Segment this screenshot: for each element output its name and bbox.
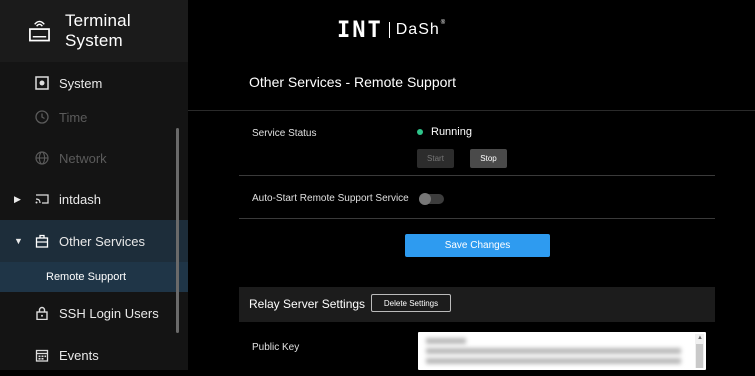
sidebar-item-remote-support[interactable]: Remote Support xyxy=(0,262,188,292)
logo-dash: DaSh xyxy=(395,21,440,38)
logo-int: INT xyxy=(337,17,383,43)
sidebar-item-network[interactable]: Network xyxy=(0,137,188,179)
public-key-label: Public Key xyxy=(252,342,300,353)
system-icon xyxy=(35,76,49,90)
relay-server-settings-header: Relay Server Settings Delete Settings xyxy=(239,287,715,322)
logo-registered-mark: ® xyxy=(440,20,446,26)
redacted-text xyxy=(426,348,681,354)
main-content: Other Services - Remote Support Service … xyxy=(188,62,755,370)
app-title: Terminal System xyxy=(64,11,131,50)
title-divider xyxy=(188,110,755,111)
delete-settings-button[interactable]: Delete Settings xyxy=(371,294,451,312)
sidebar-item-label: Events xyxy=(59,347,99,363)
sidebar-item-time[interactable]: Time xyxy=(0,96,188,138)
intdash-logo: INT DaSh ® xyxy=(337,17,445,43)
stop-button[interactable]: Stop xyxy=(470,149,507,168)
auto-start-label: Auto-Start Remote Support Service xyxy=(252,193,409,204)
sidebar-item-label: Other Services xyxy=(59,233,145,249)
status-dot-icon xyxy=(417,129,423,135)
logo-separator xyxy=(388,22,390,38)
sidebar-item-ssh-login-users[interactable]: SSH Login Users xyxy=(0,292,188,334)
header-brand: Terminal System xyxy=(0,0,188,62)
start-button[interactable]: Start xyxy=(417,149,454,168)
sidebar-item-label: intdash xyxy=(59,191,101,207)
relay-section-title: Relay Server Settings xyxy=(249,297,366,311)
cast-icon xyxy=(35,192,49,206)
auto-start-toggle[interactable] xyxy=(419,193,444,205)
clock-icon xyxy=(35,110,49,124)
sidebar-item-label: Network xyxy=(59,150,107,166)
public-key-textarea[interactable]: ▲ xyxy=(418,332,706,370)
page-title: Other Services - Remote Support xyxy=(249,74,456,90)
services-icon xyxy=(35,234,49,248)
sidebar-item-intdash[interactable]: ▶ intdash xyxy=(0,178,188,220)
sidebar-item-label: Remote Support xyxy=(46,271,127,283)
sidebar-item-label: SSH Login Users xyxy=(59,305,159,321)
sidebar-item-other-services[interactable]: ▼ Other Services xyxy=(0,220,188,262)
chevron-right-icon: ▶ xyxy=(14,193,21,204)
top-header: Terminal System INT DaSh ® xyxy=(0,0,755,62)
sidebar: System Time Network ▶ intdash ▼ Other Se… xyxy=(0,62,188,370)
calendar-icon xyxy=(35,348,49,362)
toggle-knob xyxy=(419,193,431,205)
lock-icon xyxy=(35,306,49,320)
redacted-text xyxy=(426,338,466,344)
scroll-up-icon[interactable]: ▲ xyxy=(697,335,703,341)
textarea-scrollbar[interactable]: ▲ xyxy=(695,334,704,368)
chevron-down-icon: ▼ xyxy=(14,236,23,246)
divider xyxy=(239,218,715,219)
redacted-text xyxy=(426,358,681,364)
scroll-thumb[interactable] xyxy=(696,344,703,368)
service-status-label: Service Status xyxy=(252,128,317,139)
sidebar-item-label: System xyxy=(59,75,103,91)
status-badge: Running xyxy=(417,126,472,138)
sidebar-scrollbar[interactable] xyxy=(176,128,179,333)
divider xyxy=(239,175,715,176)
terminal-icon xyxy=(29,20,50,42)
globe-icon xyxy=(35,151,49,165)
status-text: Running xyxy=(431,126,472,138)
sidebar-item-label: Time xyxy=(59,109,88,125)
save-changes-button[interactable]: Save Changes xyxy=(405,234,550,257)
